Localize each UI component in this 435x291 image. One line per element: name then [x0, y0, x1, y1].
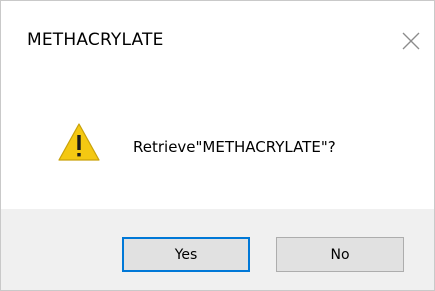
button-bar: Yes No: [1, 209, 434, 290]
dialog-content: Retrieve"METHACRYLATE"?: [1, 76, 434, 209]
no-button[interactable]: No: [276, 237, 404, 272]
dialog-message: Retrieve"METHACRYLATE"?: [133, 138, 336, 156]
title-bar: METHACRYLATE: [1, 1, 434, 76]
yes-button[interactable]: Yes: [122, 237, 250, 272]
warning-icon: [57, 122, 101, 162]
dialog-title: METHACRYLATE: [27, 30, 164, 50]
message-dialog: METHACRYLATE Retrieve"METHACRYLATE"? Yes…: [0, 0, 435, 291]
close-icon[interactable]: [400, 30, 422, 52]
